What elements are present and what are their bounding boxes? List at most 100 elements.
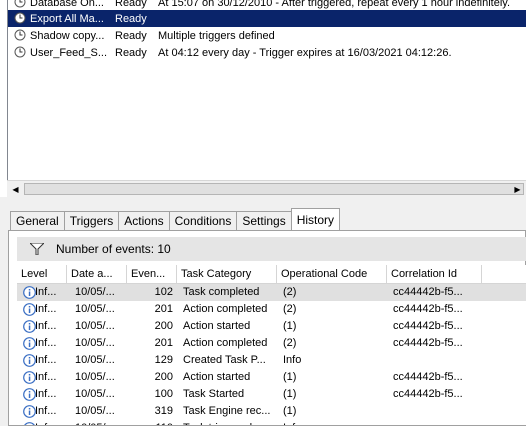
event-correlation-cell: cc44442b-f5...: [393, 320, 463, 332]
event-correlation-cell: cc44442b-f5...: [393, 303, 463, 315]
column-header[interactable]: Operational Code: [277, 265, 387, 283]
event-level-cell: Inf...: [35, 320, 57, 332]
tab-actions[interactable]: Actions: [118, 211, 170, 230]
event-level-cell: Inf...: [35, 354, 57, 366]
event-event-cell: 102: [154, 286, 173, 298]
event-date-cell: 10/05/...: [75, 388, 115, 400]
event-correlation-cell: [393, 352, 473, 369]
event-opcode-cell: (1): [283, 405, 297, 417]
event-opcode-cell: (1): [283, 388, 297, 400]
event-opcode-cell: (2): [283, 303, 297, 315]
event-table-header: Level Date a... Even... Task Category Operat…: [17, 265, 526, 284]
event-correlation-cell: cc44442b-f5...: [393, 337, 463, 349]
event-level-cell: Inf...: [35, 303, 57, 315]
event-row[interactable]: Inf... 10/05/... 100 Task Started (1) cc44442…: [17, 386, 526, 403]
scrollbar-thumb[interactable]: [24, 183, 524, 195]
clock-icon: [14, 29, 26, 41]
task-name: Shadow copy...: [30, 29, 105, 42]
event-date-cell: 10/05/...: [75, 286, 115, 298]
event-level-cell: Inf...: [35, 405, 57, 417]
event-event-cell: 201: [154, 303, 173, 315]
event-opcode-cell: (1): [283, 371, 297, 383]
task-status: Ready: [115, 0, 147, 9]
event-row[interactable]: Inf... 10/05/... 129 Created Task P... Info: [17, 352, 526, 369]
task-list[interactable]: Database On... Ready At 15:07 on 30/12/201…: [7, 0, 526, 180]
horizontal-scrollbar[interactable]: ◀ ▶: [7, 180, 526, 198]
history-toolbar: Number of events: 10: [17, 237, 526, 261]
event-correlation-cell: cc44442b-f5...: [393, 388, 463, 400]
filter-icon[interactable]: [30, 243, 44, 255]
event-category-cell: Created Task P...: [183, 354, 266, 366]
event-row[interactable]: Inf... 10/05/... 201 Action completed (2) cc4…: [17, 335, 526, 352]
event-row[interactable]: Inf... 10/05/... 200 Action started (1) cc444…: [17, 318, 526, 335]
event-date-cell: 10/05/...: [75, 303, 115, 315]
clock-icon: [14, 46, 26, 58]
event-date-cell: 10/05/...: [75, 354, 115, 366]
event-opcode-cell: (2): [283, 337, 297, 349]
event-event-cell: 129: [154, 354, 173, 366]
column-header[interactable]: Correlation Id: [387, 265, 482, 283]
event-category-cell: Task completed: [183, 286, 260, 298]
task-trigger: Multiple triggers defined: [158, 29, 275, 42]
event-level-cell: Inf...: [35, 420, 69, 425]
event-opcode-cell: Info: [283, 420, 387, 425]
event-row[interactable]: Inf... 10/05/... 200 Action started (1) cc444…: [17, 369, 526, 386]
tab-conditions[interactable]: Conditions: [168, 211, 238, 230]
event-row[interactable]: Inf... 10/05/... 201 Action completed (2) cc4…: [17, 301, 526, 318]
event-category-cell: Task Started: [183, 388, 245, 400]
task-trigger: At 04:12 every day - Trigger expires at …: [158, 46, 452, 59]
task-name: Database On...: [30, 0, 104, 9]
event-category-cell: Task Engine rec...: [183, 405, 271, 417]
event-date-cell: 10/05/...: [75, 320, 115, 332]
task-trigger: At 15:07 on 30/12/2010 - After triggered…: [158, 0, 511, 9]
task-scheduler-window: Database On... Ready At 15:07 on 30/12/201…: [0, 0, 526, 426]
event-row[interactable]: Inf... 10/05/... 319 Task Engine rec... (1): [17, 403, 526, 420]
task-status: Ready: [115, 12, 147, 25]
event-row[interactable]: Inf... 10/05/...110 Task triggered Info: [17, 420, 526, 425]
event-row[interactable]: Inf... 10/05/... 102 Task completed (2) cc444…: [17, 284, 526, 301]
event-count-label: Number of events: 10: [56, 242, 171, 256]
event-date-cell: 10/05/...: [75, 371, 115, 383]
task-status: Ready: [115, 46, 147, 59]
event-event-cell: 110: [121, 420, 173, 425]
tab-triggers[interactable]: Triggers: [63, 211, 120, 230]
task-name: Export All Ma...: [30, 12, 104, 25]
event-date-cell: 10/05/...: [75, 337, 115, 349]
column-header[interactable]: Task Category: [177, 265, 277, 283]
event-date-cell: 10/05/...: [75, 420, 127, 425]
event-date-cell: 10/05/...: [75, 405, 115, 417]
event-opcode-cell: (1): [283, 320, 297, 332]
scroll-right-arrow-icon[interactable]: ▶: [509, 181, 526, 198]
history-tab-body: Number of events: 10 Level Date a... Even.…: [8, 230, 526, 426]
column-header[interactable]: Level: [17, 265, 67, 283]
tab-strip: General Triggers Actions Conditions Settings…: [10, 208, 341, 230]
task-row[interactable]: Export All Ma... Ready: [8, 10, 526, 27]
event-category-cell: Task triggered: [183, 420, 279, 425]
event-category-cell: Action completed: [183, 337, 268, 349]
task-details-pane: General Triggers Actions Conditions Settings…: [0, 197, 526, 426]
event-level-cell: Inf...: [35, 388, 57, 400]
scroll-left-arrow-icon[interactable]: ◀: [7, 181, 24, 198]
task-status: Ready: [115, 29, 147, 42]
event-event-cell: 319: [154, 405, 173, 417]
event-category-cell: Action started: [183, 371, 251, 383]
event-event-cell: 200: [154, 371, 173, 383]
event-event-cell: 100: [154, 388, 173, 400]
event-level-cell: Inf...: [35, 371, 57, 383]
column-header[interactable]: Date a...: [67, 265, 127, 283]
column-header[interactable]: Even...: [127, 265, 177, 283]
event-category-cell: Action started: [183, 320, 251, 332]
event-opcode-cell: (2): [283, 286, 297, 298]
event-correlation-cell: cc44442b-f5...: [393, 371, 463, 383]
tab-history[interactable]: History: [290, 208, 341, 230]
event-table[interactable]: Level Date a... Even... Task Category Operat…: [17, 265, 526, 425]
clock-icon: [14, 12, 26, 24]
tab-settings[interactable]: Settings: [236, 211, 292, 230]
task-row[interactable]: Shadow copy... Ready Multiple triggers def…: [8, 27, 526, 44]
event-opcode-cell: Info: [283, 354, 302, 366]
event-event-cell: 201: [154, 337, 173, 349]
task-row[interactable]: User_Feed_S... Ready At 04:12 every day - …: [8, 44, 526, 61]
tab-general[interactable]: General: [10, 211, 65, 230]
event-correlation-cell: [393, 403, 473, 420]
event-category-cell: Action completed: [183, 303, 268, 315]
